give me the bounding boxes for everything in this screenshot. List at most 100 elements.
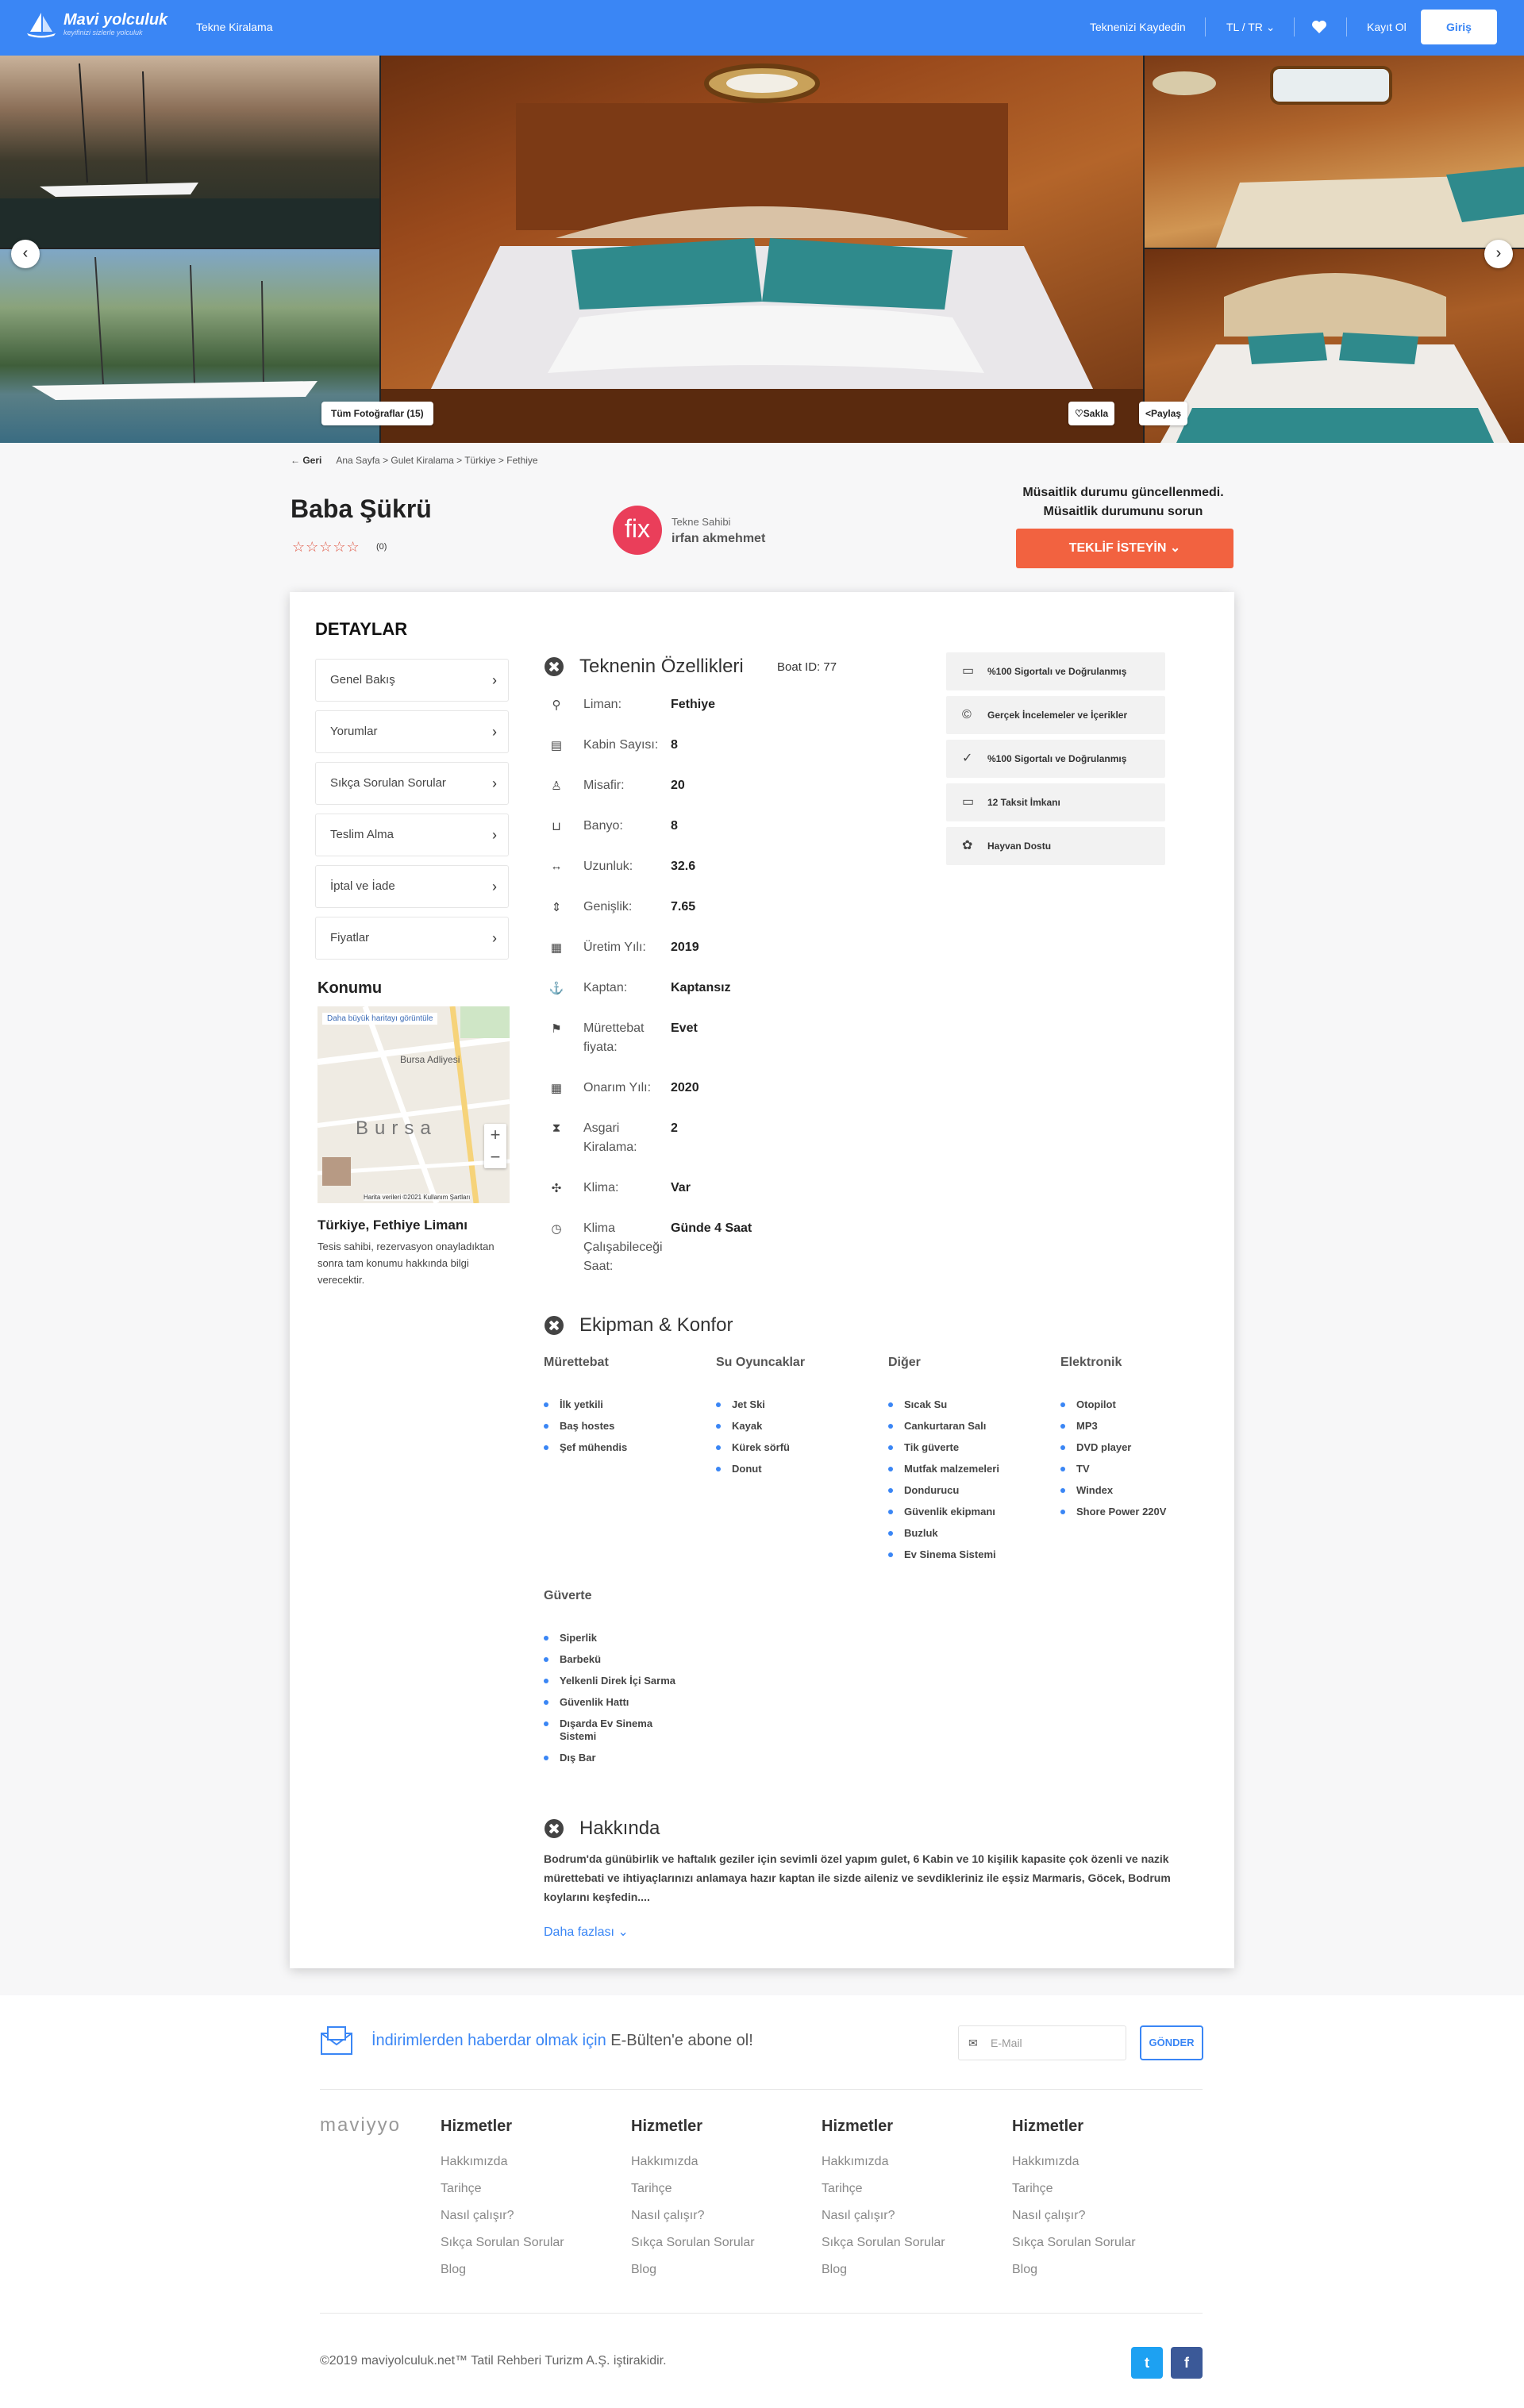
- gallery-photo-sailboat-sunset[interactable]: [0, 56, 379, 248]
- location-map[interactable]: Daha büyük haritayı görüntüle Bursa Adli…: [318, 1006, 510, 1203]
- register-boat-link[interactable]: Teknenizi Kaydedin: [1090, 21, 1186, 33]
- feature-value: 8: [671, 819, 678, 833]
- signup-link[interactable]: Kayıt Ol: [1367, 21, 1407, 33]
- equipment-item: Shore Power 220V: [1060, 1506, 1211, 1518]
- menu-reviews[interactable]: Yorumlar ›: [315, 710, 509, 753]
- trust-badge: ✿ Hayvan Dostu: [946, 827, 1165, 865]
- all-photos-button[interactable]: Tüm Fotoğraflar (15): [321, 402, 433, 425]
- menu-overview[interactable]: Genel Bakış ›: [315, 659, 509, 702]
- share-button[interactable]: <Paylaş: [1139, 402, 1188, 425]
- newsletter-email-input[interactable]: ✉ E-Mail: [958, 2025, 1126, 2060]
- feature-value: 8: [671, 738, 678, 752]
- feature-label: Banyo:: [583, 819, 623, 833]
- availability-line-2: Müsaitlik durumunu sorun: [1043, 505, 1203, 518]
- zoom-out-icon[interactable]: −: [491, 1147, 501, 1167]
- menu-cancellation[interactable]: İptal ve İade ›: [315, 865, 509, 908]
- menu-faq[interactable]: Sıkça Sorulan Sorular ›: [315, 762, 509, 805]
- availability-line-1: Müsaitlik durumu güncellenmedi.: [1022, 486, 1224, 499]
- footer-link[interactable]: Sıkça Sorulan Sorular: [631, 2236, 755, 2250]
- footer-link[interactable]: Hakkımızda: [1012, 2155, 1079, 2169]
- footer-link[interactable]: Sıkça Sorulan Sorular: [1012, 2236, 1136, 2250]
- footer-link[interactable]: Tarihçe: [441, 2182, 482, 2196]
- breadcrumb-path[interactable]: Ana Sayfa > Gulet Kiralama > Türkiye > F…: [336, 455, 537, 466]
- equipment-item: Barbekü: [544, 1653, 695, 1666]
- footer-link[interactable]: Nasıl çalışır?: [441, 2209, 514, 2223]
- copyright-icon: ©: [962, 708, 972, 721]
- footer-link[interactable]: Hakkımızda: [822, 2155, 888, 2169]
- section-icon: [545, 1316, 564, 1335]
- section-icon: [545, 1819, 564, 1838]
- gallery-photo-cabin-main[interactable]: [381, 56, 1143, 443]
- footer-link[interactable]: Sıkça Sorulan Sorular: [441, 2236, 564, 2250]
- map-zoom-controls[interactable]: + −: [484, 1124, 506, 1168]
- about-title: Hakkında: [579, 1818, 660, 1839]
- owner-name[interactable]: irfan akmehmet: [672, 532, 765, 546]
- save-button[interactable]: ♡Sakla: [1068, 402, 1115, 425]
- site-logo[interactable]: Mavi yolculuk keyifinizi sizlerle yolcul…: [25, 11, 167, 38]
- currency-language-select[interactable]: TL / TR ⌄: [1226, 21, 1276, 34]
- menu-prices[interactable]: Fiyatlar ›: [315, 917, 509, 960]
- facebook-button[interactable]: f: [1171, 2347, 1203, 2379]
- heart-icon[interactable]: [1311, 20, 1327, 34]
- equipment-column-head: Su Oyuncaklar: [716, 1356, 806, 1369]
- request-offer-label: TEKLİF İSTEYİN: [1068, 541, 1167, 555]
- trust-badge: ▭ %100 Sigortalı ve Doğrulanmış: [946, 652, 1165, 690]
- footer-link[interactable]: Hakkımızda: [631, 2155, 698, 2169]
- zoom-in-icon[interactable]: +: [491, 1125, 501, 1144]
- feature-label: Genişlik:: [583, 900, 633, 914]
- twitter-icon: t: [1145, 2355, 1149, 2371]
- sailboat-logo-icon: [27, 13, 56, 38]
- footer-link[interactable]: Tarihçe: [631, 2182, 672, 2196]
- footer-link[interactable]: Blog: [822, 2263, 847, 2277]
- read-more-link[interactable]: Daha fazlası ⌄: [544, 1924, 629, 1940]
- menu-label: Teslim Alma: [330, 828, 394, 841]
- chevron-right-icon: ›: [492, 930, 497, 946]
- nav-boat-rental[interactable]: Tekne Kiralama: [196, 21, 273, 33]
- equipment-item: Buzluk: [888, 1527, 1039, 1540]
- menu-pickup[interactable]: Teslim Alma ›: [315, 814, 509, 856]
- footer-column-head: Hizmetler: [441, 2118, 513, 2135]
- footer-link[interactable]: Hakkımızda: [441, 2155, 507, 2169]
- feature-label: Üretim Yılı:: [583, 941, 646, 954]
- newsletter-send-button[interactable]: GÖNDER: [1140, 2025, 1203, 2060]
- back-link[interactable]: ← Geri: [291, 455, 321, 466]
- equipment-item: Kürek sörfü: [716, 1441, 867, 1454]
- footer-link[interactable]: Nasıl çalışır?: [822, 2209, 895, 2223]
- boat-id-label: Boat ID:: [777, 660, 821, 674]
- length-icon: ↔: [550, 860, 563, 873]
- gallery-next-button[interactable]: ›: [1484, 240, 1513, 268]
- footer-column-head: Hizmetler: [822, 2118, 894, 2135]
- badge-label: Gerçek İncelemeler ve İçerikler: [987, 710, 1128, 721]
- location-description: Tesis sahibi, rezervasyon onayladıktan s…: [318, 1241, 495, 1286]
- newsletter-text-2: E-Bülten'e abone ol!: [610, 2032, 753, 2049]
- equipment-item: Güvenlik ekipmanı: [888, 1506, 1039, 1518]
- footer-link[interactable]: Blog: [1012, 2263, 1037, 2277]
- footer-link[interactable]: Nasıl çalışır?: [1012, 2209, 1085, 2223]
- features-title: Teknenin Özellikleri: [579, 656, 744, 677]
- badge-label: 12 Taksit İmkanı: [987, 797, 1060, 808]
- twitter-button[interactable]: t: [1131, 2347, 1163, 2379]
- footer-link[interactable]: Tarihçe: [822, 2182, 863, 2196]
- footer-link[interactable]: Tarihçe: [1012, 2182, 1053, 2196]
- feature-value: 2: [671, 1121, 678, 1135]
- footer-link[interactable]: Nasıl çalışır?: [631, 2209, 704, 2223]
- request-offer-button[interactable]: TEKLİF İSTEYİN ⌄: [1016, 529, 1233, 568]
- login-button[interactable]: Giriş: [1421, 10, 1497, 44]
- logo-title: Mavi yolculuk: [64, 11, 168, 29]
- equipment-item: Kayak: [716, 1420, 867, 1433]
- gallery-photo-cabin-window[interactable]: [1145, 56, 1524, 248]
- chevron-left-icon: ‹: [22, 244, 29, 262]
- chevron-right-icon: ›: [492, 775, 497, 791]
- facebook-icon: f: [1184, 2355, 1189, 2371]
- boat-id: Boat ID: 77: [777, 660, 837, 674]
- guest-icon: ♙: [551, 779, 562, 793]
- footer-link[interactable]: Blog: [631, 2263, 656, 2277]
- star-rating[interactable]: ☆☆☆☆☆: [292, 539, 360, 556]
- feature-value: Kaptansız: [671, 981, 731, 994]
- map-larger-link[interactable]: Daha büyük haritayı görüntüle: [322, 1013, 438, 1025]
- footer-link[interactable]: Blog: [441, 2263, 466, 2277]
- gallery-prev-button[interactable]: ‹: [11, 240, 40, 268]
- trust-badge: © Gerçek İncelemeler ve İçerikler: [946, 696, 1165, 734]
- gallery-photo-cabin-bed[interactable]: [1145, 249, 1524, 443]
- footer-link[interactable]: Sıkça Sorulan Sorular: [822, 2236, 945, 2250]
